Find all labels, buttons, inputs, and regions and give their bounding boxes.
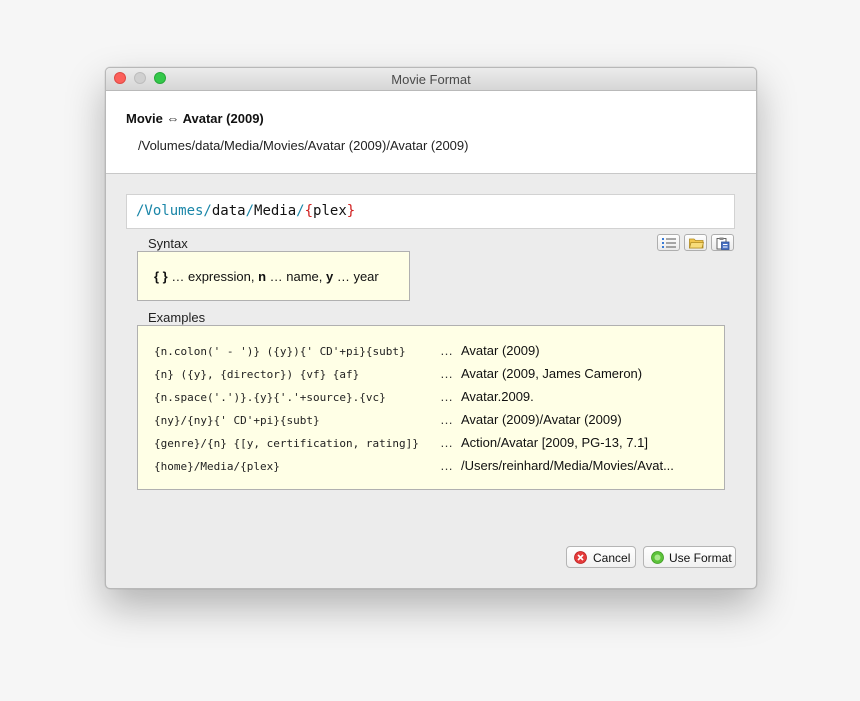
format-token: / [296, 203, 305, 219]
example-code: {home}/Media/{plex} [154, 460, 280, 473]
cancel-icon [574, 551, 587, 564]
syntax-part: { } [154, 269, 168, 284]
paste-icon [716, 237, 730, 250]
syntax-part: … name, [266, 269, 326, 284]
open-folder-button[interactable] [684, 234, 707, 251]
title-bar[interactable]: Movie Format [106, 68, 756, 91]
example-separator: … [440, 389, 453, 404]
format-token: plex [313, 203, 347, 219]
list-button[interactable] [657, 234, 680, 251]
use-format-label: Use Format [669, 551, 732, 565]
example-separator: … [440, 458, 453, 473]
example-code: {ny}/{ny}{' CD'+pi}{subt} [154, 414, 320, 427]
format-token: Media [254, 203, 297, 219]
example-code: {genre}/{n} {[y, certification, rating]} [154, 437, 419, 450]
ok-icon [651, 551, 664, 564]
example-separator: … [440, 412, 453, 427]
binding-path: /Volumes/data/Media/Movies/Avatar (2009)… [138, 138, 469, 153]
format-token: / [245, 203, 255, 219]
format-token: { [304, 203, 314, 219]
example-result: Avatar (2009, James Cameron) [461, 366, 643, 381]
binding-header: Movie ⇔ Avatar (2009) /Volumes/data/Medi… [106, 91, 756, 174]
cancel-label: Cancel [593, 551, 631, 565]
list-icon [662, 238, 676, 248]
use-format-button[interactable]: Use Format [643, 546, 736, 568]
format-expression-input[interactable]: /Volumes/data/Media/{plex} [126, 194, 735, 229]
folder-icon [689, 238, 704, 249]
movie-format-dialog: Movie Format Movie ⇔ Avatar (2009) /Volu… [105, 67, 757, 589]
example-separator: … [440, 366, 453, 381]
syntax-label: Syntax [148, 236, 188, 251]
format-token: } [346, 203, 356, 219]
example-separator: … [440, 343, 453, 358]
paste-button[interactable] [711, 234, 734, 251]
examples-box: {n.colon(' - ')} ({y}){' CD'+pi}{subt} … A… [137, 325, 725, 490]
format-token: /Volumes/ [136, 203, 212, 219]
example-separator: … [440, 435, 453, 450]
window-title: Movie Format [391, 72, 471, 87]
example-result: Action/Avatar [2009, PG-13, 7.1] [461, 435, 648, 450]
example-result: Avatar.2009. [461, 389, 534, 404]
example-result: Avatar (2009)/Avatar (2009) [461, 412, 622, 427]
example-result: Avatar (2009) [461, 343, 540, 358]
format-token: data [211, 203, 246, 219]
syntax-box: { } … expression, n … name, y … year [137, 251, 410, 301]
example-result: /Users/reinhard/Media/Movies/Avat... [461, 458, 674, 473]
binding-title: Movie ⇔ Avatar (2009) [126, 111, 264, 126]
cancel-button[interactable]: Cancel [566, 546, 636, 568]
syntax-part: … year [333, 269, 379, 284]
example-code: {n.space('.')}.{y}{'.'+source}.{vc} [154, 391, 386, 404]
example-code: {n.colon(' - ')} ({y}){' CD'+pi}{subt} [154, 345, 406, 358]
examples-label: Examples [148, 310, 206, 325]
syntax-part: … expression, [167, 269, 259, 284]
syntax-part: n [258, 269, 267, 284]
example-code: {n} ({y}, {director}) {vf} {af} [154, 368, 360, 381]
syntax-description: { } … expression, n … name, y … year [154, 269, 379, 284]
